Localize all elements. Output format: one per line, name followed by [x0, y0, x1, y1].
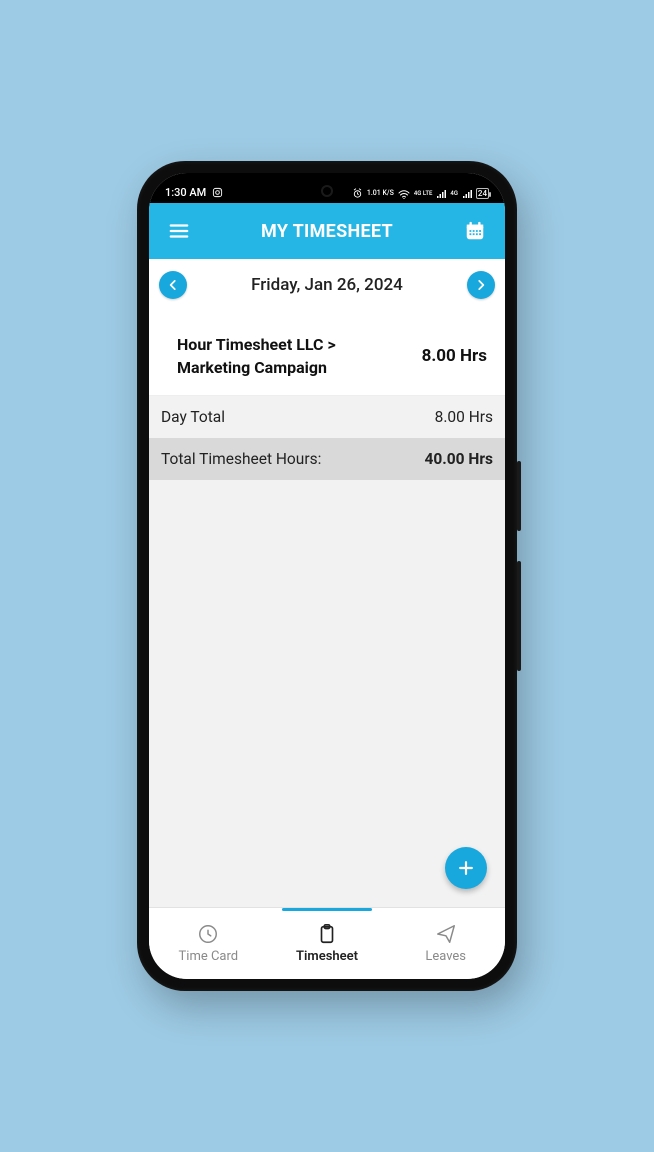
add-entry-button[interactable] — [445, 847, 487, 889]
tab-timesheet[interactable]: Timesheet — [268, 908, 387, 979]
signal-icon — [462, 189, 472, 199]
signal-label-1: 4G LTE — [414, 191, 433, 197]
day-total-value: 8.00 Hrs — [435, 408, 493, 426]
chevron-left-icon — [166, 278, 180, 292]
signal-label-2: 4G — [450, 191, 458, 197]
send-icon — [435, 923, 457, 945]
tab-label: Time Card — [179, 949, 239, 964]
bottom-tab-bar: Time Card Timesheet Leaves — [149, 907, 505, 979]
phone-frame: 1:30 AM 1.01 K/S 4G LTE 4G — [137, 161, 517, 991]
content-area: Hour Timesheet LLC > Marketing Campaign … — [149, 317, 505, 907]
camera-hole — [321, 185, 333, 197]
tab-leaves[interactable]: Leaves — [386, 908, 505, 979]
tab-timecard[interactable]: Time Card — [149, 908, 268, 979]
clipboard-icon — [316, 923, 338, 945]
tab-label: Timesheet — [296, 949, 358, 964]
wifi-icon — [398, 189, 410, 199]
signal-icon — [436, 189, 446, 199]
entry-hours: 8.00 Hrs — [422, 346, 487, 366]
side-button — [517, 561, 521, 671]
current-date: Friday, Jan 26, 2024 — [251, 275, 403, 295]
tab-label: Leaves — [425, 949, 466, 964]
side-button — [517, 461, 521, 531]
chevron-right-icon — [474, 278, 488, 292]
day-total-row: Day Total 8.00 Hrs — [149, 396, 505, 438]
instagram-icon — [212, 187, 223, 198]
battery-indicator: 24 — [476, 188, 489, 199]
next-day-button[interactable] — [467, 271, 495, 299]
timesheet-entry[interactable]: Hour Timesheet LLC > Marketing Campaign … — [149, 317, 505, 396]
timesheet-total-row: Total Timesheet Hours: 40.00 Hrs — [149, 438, 505, 480]
screen: 1:30 AM 1.01 K/S 4G LTE 4G — [149, 173, 505, 979]
date-navigator: Friday, Jan 26, 2024 — [149, 259, 505, 317]
appbar-title: MY TIMESHEET — [261, 221, 393, 242]
net-speed: 1.01 K/S — [367, 190, 394, 197]
total-label: Total Timesheet Hours: — [161, 450, 321, 468]
clock-icon — [197, 923, 219, 945]
entry-title: Hour Timesheet LLC > Marketing Campaign — [177, 333, 367, 379]
plus-icon — [456, 858, 476, 878]
calendar-icon — [464, 220, 486, 242]
menu-icon — [168, 220, 190, 242]
app-bar: MY TIMESHEET — [149, 203, 505, 259]
menu-button[interactable] — [163, 215, 195, 247]
total-value: 40.00 Hrs — [424, 450, 493, 468]
alarm-icon — [352, 188, 363, 199]
status-time: 1:30 AM — [165, 186, 206, 199]
calendar-button[interactable] — [459, 215, 491, 247]
day-total-label: Day Total — [161, 408, 225, 426]
prev-day-button[interactable] — [159, 271, 187, 299]
